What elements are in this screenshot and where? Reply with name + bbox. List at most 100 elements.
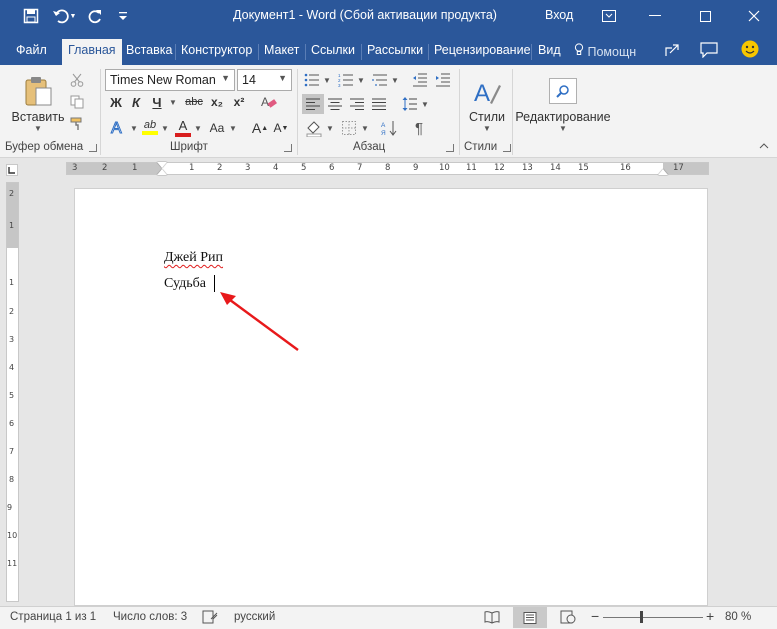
line-spacing-icon[interactable] — [400, 94, 420, 114]
tab-view[interactable]: Вид — [538, 39, 561, 65]
highlight-button[interactable]: ab — [140, 116, 160, 138]
text-effects-icon[interactable]: A — [107, 116, 129, 138]
font-launcher-icon[interactable] — [284, 144, 292, 152]
show-marks-button[interactable]: ¶ — [409, 117, 429, 139]
borders-dropdown-icon[interactable]: ▼ — [360, 118, 370, 138]
shading-dropdown-icon[interactable]: ▼ — [325, 118, 335, 138]
ruler-label: 12 — [494, 163, 505, 173]
align-right-icon[interactable] — [347, 94, 367, 114]
numbering-dropdown-icon[interactable]: ▼ — [356, 70, 366, 90]
shrink-font-button[interactable]: A ▼ — [272, 118, 290, 138]
cut-icon[interactable] — [68, 71, 86, 89]
change-case-dropdown-icon[interactable]: ▼ — [228, 118, 238, 138]
redo-icon[interactable] — [84, 6, 106, 26]
paste-button[interactable]: Вставить ▼ — [12, 71, 65, 137]
clipboard-launcher-icon[interactable] — [89, 144, 97, 152]
grow-font-button[interactable]: A ▲ — [251, 118, 269, 138]
tab-review[interactable]: Рецензирование — [434, 39, 531, 65]
maximize-icon[interactable] — [684, 0, 726, 32]
underline-dropdown-icon[interactable]: ▼ — [168, 92, 178, 112]
tab-mailings[interactable]: Рассылки — [367, 39, 423, 65]
sort-icon[interactable]: AЯ — [378, 117, 400, 139]
minimize-icon[interactable] — [634, 0, 676, 32]
format-painter-icon[interactable] — [68, 115, 86, 133]
clear-formatting-icon[interactable]: A — [258, 92, 280, 112]
numbering-icon[interactable]: 123 — [336, 70, 356, 90]
tab-references[interactable]: Ссылки — [311, 39, 355, 65]
line-spacing-dropdown-icon[interactable]: ▼ — [420, 94, 430, 114]
tab-insert[interactable]: Вставка — [126, 39, 172, 65]
customize-icon[interactable] — [112, 6, 134, 26]
print-layout-icon[interactable] — [513, 607, 547, 628]
subscript-button[interactable]: x₂ — [207, 92, 227, 112]
collapse-ribbon-icon[interactable] — [757, 139, 771, 153]
zoom-slider-thumb[interactable] — [640, 611, 643, 623]
smiley-feedback-icon[interactable] — [739, 39, 761, 59]
font-color-button[interactable]: A — [173, 116, 193, 138]
bullets-icon[interactable] — [302, 70, 322, 90]
lightbulb-icon — [574, 43, 584, 59]
shading-icon[interactable] — [303, 117, 325, 139]
ruler-label: 14 — [550, 163, 561, 173]
font-name-select[interactable]: Times New Roman ▼ — [105, 69, 235, 91]
copy-icon[interactable] — [68, 93, 86, 111]
tab-layout[interactable]: Макет — [264, 39, 299, 65]
font-size-select[interactable]: 14 ▼ — [237, 69, 292, 91]
zoom-slider[interactable] — [603, 617, 703, 618]
language-status[interactable]: русский — [234, 611, 275, 623]
tab-design[interactable]: Конструктор — [181, 39, 252, 65]
save-icon[interactable] — [20, 6, 42, 26]
zoom-level[interactable]: 80 % — [725, 611, 751, 623]
vertical-ruler[interactable]: 2 1 1 2 3 4 5 6 7 8 9 10 11 — [6, 182, 19, 602]
borders-icon[interactable] — [338, 117, 360, 139]
bullets-dropdown-icon[interactable]: ▼ — [322, 70, 332, 90]
ribbon-tabs: Файл Главная Вставка Конструктор Макет С… — [0, 32, 777, 65]
tab-file[interactable]: Файл — [16, 39, 47, 65]
superscript-button[interactable]: x² — [229, 92, 249, 112]
document-line-1[interactable]: Джей Рип — [164, 250, 223, 266]
page-count-status[interactable]: Страница 1 из 1 — [10, 611, 96, 623]
hanging-indent-marker[interactable] — [157, 169, 167, 175]
align-left-icon[interactable] — [302, 94, 324, 114]
close-icon[interactable] — [733, 0, 775, 32]
underline-button[interactable]: Ч — [148, 92, 166, 112]
document-line-2[interactable]: Судьба — [164, 276, 206, 292]
decrease-indent-icon[interactable] — [410, 70, 430, 90]
right-indent-marker[interactable] — [658, 169, 668, 175]
text-effects-dropdown-icon[interactable]: ▼ — [129, 118, 139, 138]
horizontal-ruler[interactable]: 3 2 1 1 2 3 4 5 6 7 8 9 10 11 12 13 14 1… — [66, 162, 709, 175]
ruler-label: 5 — [9, 391, 15, 400]
tab-separator — [175, 44, 176, 60]
sign-in-link[interactable]: Вход — [545, 8, 573, 22]
styles-button[interactable]: A Стили ▼ — [466, 71, 508, 139]
align-center-icon[interactable] — [325, 94, 345, 114]
bold-button[interactable]: Ж — [107, 92, 125, 112]
strikethrough-button[interactable]: abc — [183, 92, 205, 112]
font-color-dropdown-icon[interactable]: ▼ — [193, 118, 203, 138]
tell-me-box[interactable]: Помощн — [574, 39, 636, 65]
web-layout-icon[interactable] — [560, 610, 576, 627]
undo-dropdown-icon[interactable]: ▼ — [68, 6, 78, 26]
tab-selector-icon[interactable] — [6, 164, 18, 176]
word-count-status[interactable]: Число слов: 3 — [113, 611, 187, 623]
editing-button[interactable]: Редактирование ▼ — [515, 71, 611, 139]
ribbon-display-options-icon[interactable] — [588, 0, 630, 32]
increase-indent-icon[interactable] — [433, 70, 453, 90]
styles-launcher-icon[interactable] — [503, 144, 511, 152]
multilevel-list-icon[interactable] — [370, 70, 390, 90]
highlight-dropdown-icon[interactable]: ▼ — [160, 118, 170, 138]
proofing-icon[interactable] — [202, 610, 218, 627]
first-line-indent-marker[interactable] — [157, 162, 167, 168]
italic-button[interactable]: К — [127, 92, 145, 112]
change-case-button[interactable]: Aa — [206, 118, 228, 138]
comments-icon[interactable] — [698, 40, 720, 60]
zoom-in-button[interactable]: + — [706, 608, 714, 624]
share-icon[interactable] — [661, 40, 683, 60]
tab-home[interactable]: Главная — [62, 39, 122, 65]
read-mode-icon[interactable] — [484, 610, 500, 627]
multilevel-dropdown-icon[interactable]: ▼ — [390, 70, 400, 90]
vertical-scrollbar[interactable] — [762, 182, 777, 606]
justify-icon[interactable] — [369, 94, 389, 114]
paragraph-launcher-icon[interactable] — [446, 144, 454, 152]
zoom-out-button[interactable]: − — [591, 608, 599, 624]
